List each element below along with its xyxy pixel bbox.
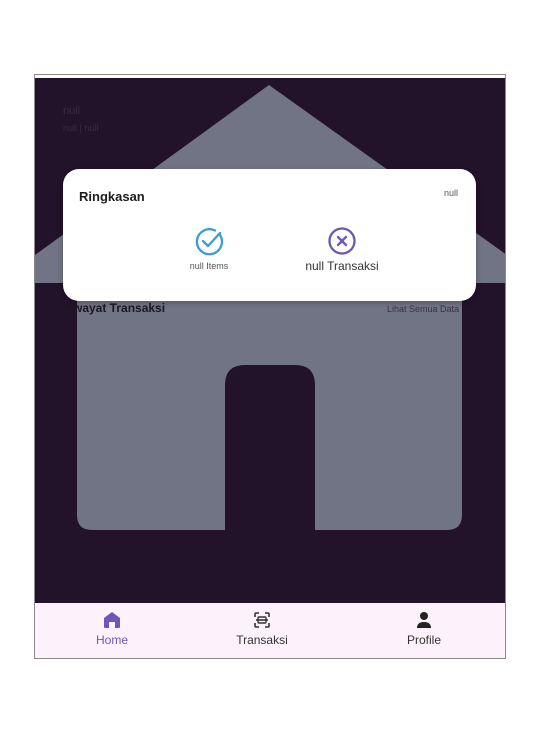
items-label: null Items [189, 261, 229, 271]
user-info: null | null [63, 123, 99, 133]
home-icon [104, 612, 120, 628]
transactions-label: null Transaksi [305, 259, 379, 273]
summary-title: Ringkasan [79, 189, 145, 204]
scan-icon [254, 612, 270, 628]
app-screen: null null | null Riwayat Transaksi Lihat… [34, 74, 506, 659]
nav-profile-label: Profile [406, 633, 441, 647]
see-all-link[interactable]: Lihat Semua Data [387, 304, 459, 314]
summary-card: Ringkasan null null Items null Transaksi [63, 169, 476, 301]
history-title: Riwayat Transaksi [61, 301, 166, 315]
transactions-stat[interactable]: null Transaksi [277, 226, 407, 273]
user-name: null [63, 105, 81, 117]
home-placeholder-icon [35, 85, 505, 530]
person-icon [417, 612, 431, 628]
nav-profile[interactable]: Profile [374, 611, 474, 647]
check-circle-icon [195, 228, 224, 256]
nav-transaksi-label: Transaksi [236, 633, 288, 647]
nav-home[interactable]: Home [62, 611, 162, 647]
bottom-navigation: Home Transaksi Profile [35, 603, 505, 658]
items-stat[interactable]: null Items [159, 226, 259, 271]
nav-home-label: Home [95, 633, 128, 647]
summary-value: null [443, 188, 458, 198]
nav-transaksi[interactable]: Transaksi [212, 611, 312, 647]
x-circle-icon [328, 227, 356, 255]
